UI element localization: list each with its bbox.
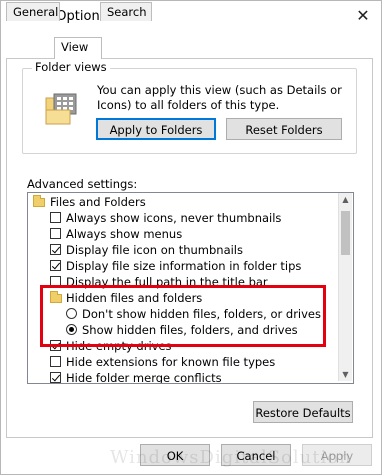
checkbox-hide-extensions[interactable] xyxy=(50,356,61,367)
list-item-label[interactable]: Always show icons, never thumbnails xyxy=(66,210,281,227)
tab-view[interactable]: View xyxy=(54,37,102,59)
advanced-settings-label: Advanced settings: xyxy=(27,177,138,191)
checkbox-hide-merge-conflicts[interactable] xyxy=(50,372,61,383)
folder-views-description: You can apply this view (such as Details… xyxy=(97,83,342,112)
tab-general[interactable]: General xyxy=(6,2,60,21)
list-item-label[interactable]: Always show menus xyxy=(66,226,182,243)
list-scrollbar[interactable]: ▲ ▼ xyxy=(338,193,352,381)
list-item-label[interactable]: Hide folder merge conflicts xyxy=(66,370,222,383)
folder-icon xyxy=(33,195,45,207)
tab-search[interactable]: Search xyxy=(100,2,152,21)
folder-views-icon xyxy=(45,93,77,125)
restore-defaults-button[interactable]: Restore Defaults xyxy=(253,401,353,423)
list-item-label: Files and Folders xyxy=(50,195,146,209)
scroll-up-icon[interactable]: ▲ xyxy=(339,193,352,206)
list-item-label[interactable]: Display file size information in folder … xyxy=(66,258,301,275)
watermark: WindowsDigitalSolution xyxy=(110,447,352,468)
scroll-thumb[interactable] xyxy=(341,211,350,255)
checkbox-display-file-icon[interactable] xyxy=(50,244,61,255)
checkbox-always-show-menus[interactable] xyxy=(50,228,61,239)
list-item-label[interactable]: Hide extensions for known file types xyxy=(66,354,275,371)
list-item-label[interactable]: Display file icon on thumbnails xyxy=(66,242,243,259)
highlight-box xyxy=(40,285,326,347)
scroll-down-icon[interactable]: ▼ xyxy=(339,368,352,381)
reset-folders-button[interactable]: Reset Folders xyxy=(226,118,342,140)
checkbox-always-show-icons[interactable] xyxy=(50,212,61,223)
close-icon[interactable]: ✕ xyxy=(351,5,375,27)
apply-to-folders-button[interactable]: Apply to Folders xyxy=(96,118,216,140)
checkbox-display-file-size[interactable] xyxy=(50,260,61,271)
folder-views-label: Folder views xyxy=(32,60,110,74)
